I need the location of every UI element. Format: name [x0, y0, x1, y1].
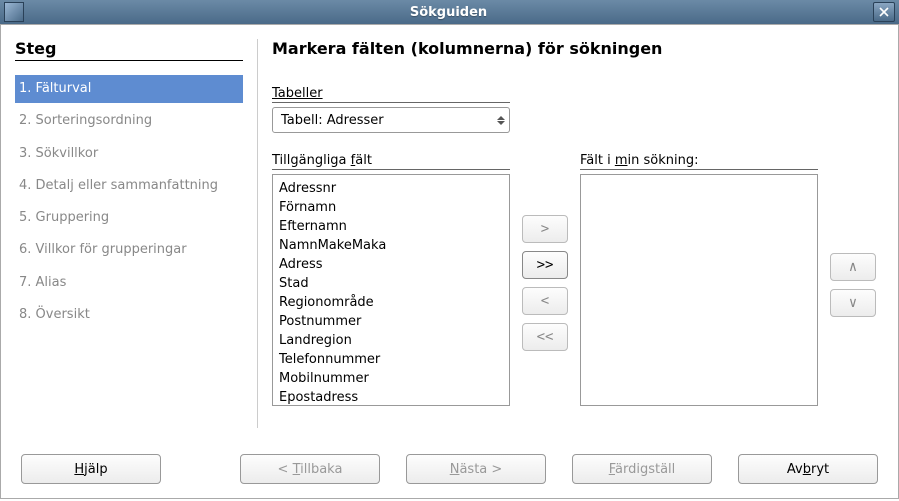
wizard-step-item[interactable]: 3. Sökvillkor: [15, 140, 243, 168]
list-item[interactable]: Adressnr: [279, 179, 503, 198]
list-item[interactable]: Landregion: [279, 331, 503, 350]
available-fields-label: Tillgängliga fält: [272, 153, 510, 170]
app-icon: [4, 2, 24, 22]
list-item[interactable]: Förnamn: [279, 198, 503, 217]
add-all-button[interactable]: >>: [522, 251, 568, 279]
next-button[interactable]: Nästa >: [406, 454, 546, 484]
back-button[interactable]: < Tillbaka: [240, 454, 380, 484]
help-button[interactable]: Hjälp: [21, 454, 161, 484]
tables-combobox[interactable]: Tabell: Adresser: [272, 107, 510, 133]
list-item[interactable]: Postnummer: [279, 312, 503, 331]
list-item[interactable]: Telefonnummer: [279, 350, 503, 369]
selected-fields-listbox[interactable]: [580, 174, 818, 406]
tables-combobox-value: Tabell: Adresser: [281, 113, 384, 128]
wizard-step-list: 1. Fälturval 2. Sorteringsordning 3. Sökvi…: [15, 75, 243, 333]
list-item[interactable]: Epostadress: [279, 388, 503, 406]
wizard-step-item[interactable]: 4. Detalj eller sammanfattning: [15, 172, 243, 200]
wizard-step-item[interactable]: 2. Sorteringsordning: [15, 107, 243, 135]
remove-one-button[interactable]: <: [522, 287, 568, 315]
finish-button[interactable]: Färdigställ: [572, 454, 712, 484]
wizard-step-item[interactable]: 6. Villkor för grupperingar: [15, 236, 243, 264]
page-title: Markera fälten (kolumnerna) för sökninge…: [272, 39, 884, 58]
wizard-step-item[interactable]: 5. Gruppering: [15, 204, 243, 232]
list-item[interactable]: NamnMakeMaka: [279, 236, 503, 255]
window-close-button[interactable]: [873, 2, 895, 22]
tables-label-accel: Tabeller: [272, 86, 323, 101]
cancel-button[interactable]: Avbryt: [738, 454, 878, 484]
wizard-step-item[interactable]: 8. Översikt: [15, 301, 243, 329]
list-item[interactable]: Regionområde: [279, 293, 503, 312]
combobox-spinner-icon: [497, 116, 505, 125]
list-item[interactable]: Efternamn: [279, 217, 503, 236]
wizard-sidebar: Steg 1. Fälturval 2. Sorteringsordning 3. …: [15, 39, 243, 442]
list-item[interactable]: Adress: [279, 255, 503, 274]
move-down-button[interactable]: ∨: [830, 289, 876, 317]
list-item[interactable]: Mobilnummer: [279, 369, 503, 388]
list-item[interactable]: Stad: [279, 274, 503, 293]
add-one-button[interactable]: >: [522, 215, 568, 243]
move-up-button[interactable]: ∧: [830, 253, 876, 281]
tables-label: Tabeller: [272, 86, 510, 103]
close-icon: [879, 7, 889, 17]
vertical-separator: [257, 39, 258, 428]
wizard-button-bar: Hjälp < Tillbaka Nästa > Färdigställ Avb…: [1, 442, 898, 498]
available-fields-listbox[interactable]: AdressnrFörnamnEfternamnNamnMakeMakaAdre…: [272, 174, 510, 406]
sidebar-heading: Steg: [15, 39, 243, 61]
remove-all-button[interactable]: <<: [522, 323, 568, 351]
selected-fields-label: Fält i min sökning:: [580, 153, 818, 170]
wizard-content: Markera fälten (kolumnerna) för sökninge…: [272, 39, 884, 442]
titlebar: Sökguiden: [0, 0, 899, 24]
wizard-step-item[interactable]: 1. Fälturval: [15, 75, 243, 103]
window-title: Sökguiden: [24, 5, 873, 20]
wizard-step-item[interactable]: 7. Alias: [15, 269, 243, 297]
